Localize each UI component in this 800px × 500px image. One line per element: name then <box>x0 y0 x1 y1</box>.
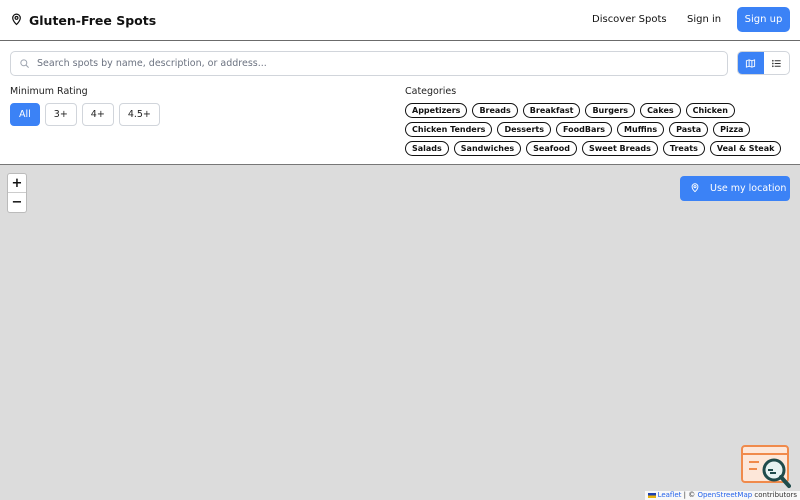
category-chip[interactable]: Pasta <box>669 122 709 137</box>
rating-all-button[interactable]: All <box>10 103 40 126</box>
category-chip[interactable]: Chicken Tenders <box>405 122 493 137</box>
categories-label: Categories <box>405 86 457 97</box>
rating-3-button[interactable]: 3+ <box>44 103 77 126</box>
category-chip[interactable]: Cakes <box>640 103 681 118</box>
zoom-in-button[interactable]: + <box>8 174 26 193</box>
category-chip[interactable]: Sandwiches <box>453 141 522 156</box>
attribution-suffix: contributors <box>752 491 797 499</box>
map-pin-icon <box>10 11 23 30</box>
category-chip[interactable]: Breads <box>472 103 518 118</box>
minimum-rating-label: Minimum Rating <box>10 86 88 97</box>
category-chip[interactable]: Breakfast <box>522 103 581 118</box>
category-chip[interactable]: Sweet Breads <box>581 141 658 156</box>
search-input[interactable] <box>37 58 697 69</box>
map-canvas[interactable]: + − Use my location Leaflet | © OpenStre… <box>0 164 800 500</box>
view-toggle <box>737 51 790 75</box>
sign-in-link[interactable]: Sign in <box>687 14 721 25</box>
leaflet-link[interactable]: Leaflet <box>658 491 682 499</box>
discover-spots-link[interactable]: Discover Spots <box>592 14 667 25</box>
rating-4-button[interactable]: 4+ <box>81 103 114 126</box>
zoom-control: + − <box>7 173 27 213</box>
category-chip[interactable]: FoodBars <box>555 122 613 137</box>
category-chip-list: Appetizers Breads Breakfast Burgers Cake… <box>405 103 795 156</box>
top-navbar: Gluten-Free Spots Discover Spots Sign in… <box>0 0 800 41</box>
map-pin-icon <box>680 182 710 196</box>
brand[interactable]: Gluten-Free Spots <box>10 11 156 30</box>
category-chip[interactable]: Salads <box>405 141 449 156</box>
search-bar[interactable] <box>10 51 728 76</box>
category-chip[interactable]: Treats <box>662 141 705 156</box>
category-chip[interactable]: Appetizers <box>405 103 468 118</box>
search-icon <box>11 54 30 73</box>
list-view-button[interactable] <box>764 52 790 74</box>
map-view-button[interactable] <box>738 52 764 74</box>
category-chip[interactable]: Pizza <box>713 122 751 137</box>
category-chip[interactable]: Burgers <box>585 103 636 118</box>
zoom-out-button[interactable]: − <box>8 193 26 212</box>
app-title: Gluten-Free Spots <box>29 13 157 28</box>
category-chip[interactable]: Veal & Steak <box>709 141 782 156</box>
sign-up-button[interactable]: Sign up <box>737 7 790 32</box>
category-chip[interactable]: Chicken <box>685 103 735 118</box>
openstreetmap-link[interactable]: OpenStreetMap <box>697 491 752 499</box>
attribution-separator: | © <box>681 491 698 499</box>
use-my-location-label: Use my location <box>710 183 787 194</box>
category-chip[interactable]: Desserts <box>497 122 551 137</box>
list-icon <box>771 54 782 73</box>
rating-filter-group: All 3+ 4+ 4.5+ <box>10 103 160 126</box>
category-chip[interactable]: Muffins <box>617 122 665 137</box>
flag-icon <box>647 492 656 498</box>
use-my-location-button[interactable]: Use my location <box>680 176 790 201</box>
map-icon <box>745 54 756 73</box>
search-console-widget-icon[interactable] <box>741 444 791 490</box>
category-chip[interactable]: Seafood <box>526 141 577 156</box>
map-attribution: Leaflet | © OpenStreetMap contributors <box>644 491 800 500</box>
rating-4-5-button[interactable]: 4.5+ <box>118 103 160 126</box>
